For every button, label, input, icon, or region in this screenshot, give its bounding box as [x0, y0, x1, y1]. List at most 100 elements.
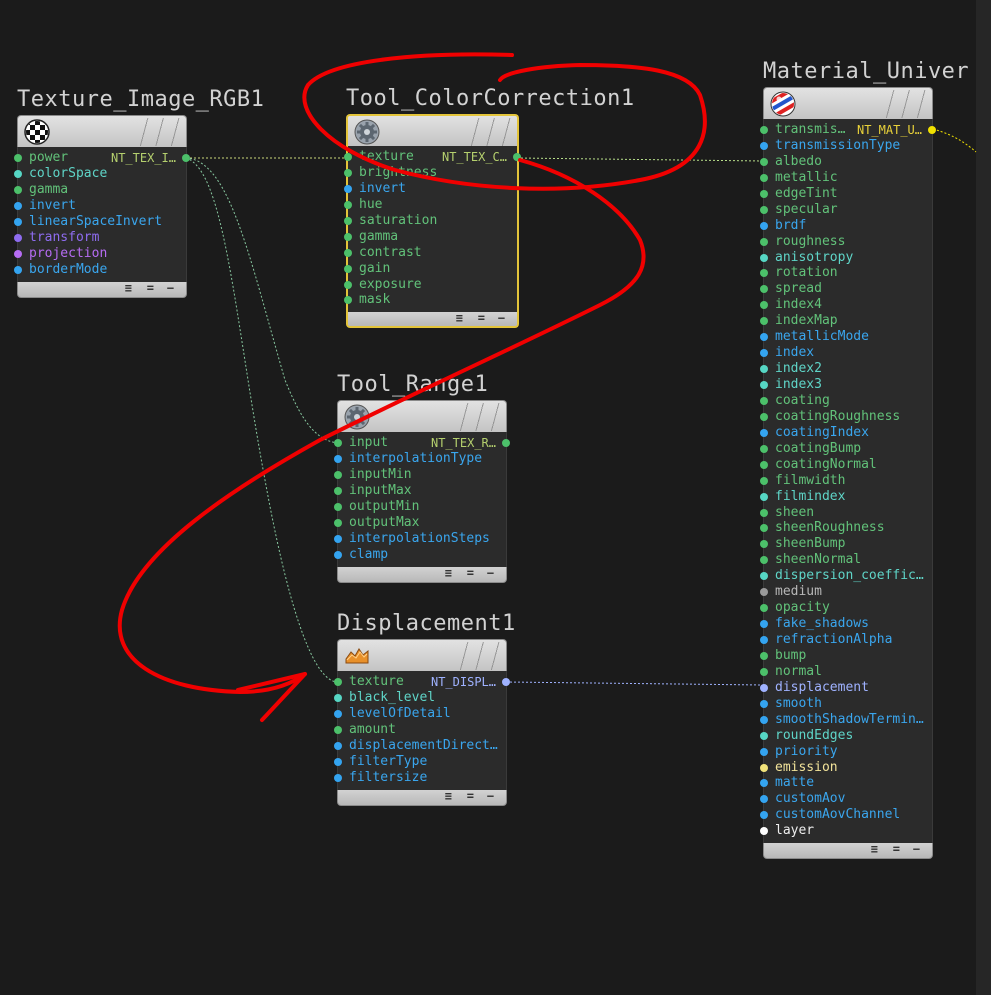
input-pin[interactable]: customAov — [760, 791, 932, 807]
pin-connector-icon[interactable] — [760, 173, 768, 182]
input-pin[interactable]: saturation — [344, 213, 517, 229]
input-pin[interactable]: sheenRoughness — [760, 520, 932, 536]
input-pin[interactable]: texture NT_DISPL… — [334, 674, 510, 690]
input-pin[interactable]: coatingNormal — [760, 457, 932, 473]
expand-icon[interactable]: = — [893, 842, 900, 856]
input-pin[interactable]: dispersion_coeffic… — [760, 568, 932, 584]
pin-connector-icon[interactable] — [760, 763, 768, 772]
input-pin[interactable]: index4 — [760, 297, 932, 313]
pin-connector-icon[interactable] — [760, 126, 768, 134]
pin-connector-icon[interactable] — [344, 216, 352, 225]
input-pin[interactable]: brdf — [760, 218, 932, 234]
pin-connector-icon[interactable] — [760, 253, 768, 262]
input-pin[interactable]: gamma — [344, 229, 517, 245]
pin-connector-icon[interactable] — [14, 249, 22, 258]
pin-connector-icon[interactable] — [760, 301, 768, 310]
input-pin[interactable]: inputMax — [334, 483, 506, 499]
input-pin[interactable]: amount — [334, 722, 506, 738]
pin-connector-icon[interactable] — [14, 265, 22, 274]
pin-connector-icon[interactable] — [334, 486, 342, 495]
collapse-icon[interactable]: − — [167, 281, 174, 295]
input-pin[interactable]: linearSpaceInvert — [14, 214, 186, 230]
pin-connector-icon[interactable] — [760, 731, 768, 740]
input-pin[interactable]: texture NT_TEX_C… — [344, 149, 521, 165]
node-header[interactable] — [346, 114, 519, 146]
node-header[interactable] — [337, 400, 507, 432]
collapse-icon[interactable]: − — [487, 789, 494, 803]
pin-connector-icon[interactable] — [344, 280, 352, 289]
input-pin[interactable]: interpolationType — [334, 451, 506, 467]
pin-connector-icon[interactable] — [760, 667, 768, 676]
pin-connector-icon[interactable] — [760, 795, 768, 804]
pin-connector-icon[interactable] — [760, 349, 768, 358]
input-pin[interactable]: power NT_TEX_I… — [14, 150, 190, 166]
input-pin[interactable]: exposure — [344, 277, 517, 293]
pin-connector-icon[interactable] — [760, 556, 768, 565]
input-pin[interactable]: fake_shadows — [760, 616, 932, 632]
menu-icon[interactable]: ≡ — [445, 789, 452, 803]
input-pin[interactable]: inputMin — [334, 467, 506, 483]
pin-connector-icon[interactable] — [344, 153, 352, 161]
input-pin[interactable]: sheen — [760, 505, 932, 521]
pin-connector-icon[interactable] — [334, 741, 342, 750]
input-pin[interactable]: normal — [760, 664, 932, 680]
pin-connector-icon[interactable] — [334, 709, 342, 718]
pin-connector-icon[interactable] — [344, 200, 352, 209]
node-displacement[interactable]: Displacement1 texture NT_DISPL… black_leve… — [334, 611, 515, 806]
pin-connector-icon[interactable] — [334, 678, 342, 686]
input-pin[interactable]: layer — [760, 823, 932, 839]
input-pin[interactable]: customAovChannel — [760, 807, 932, 823]
pin-connector-icon[interactable] — [334, 773, 342, 782]
pin-connector-icon[interactable] — [334, 454, 342, 463]
input-pin[interactable]: specular — [760, 202, 932, 218]
input-pin[interactable]: edgeTint — [760, 186, 932, 202]
input-pin[interactable]: smooth — [760, 696, 932, 712]
pin-connector-icon[interactable] — [344, 232, 352, 241]
pin-connector-icon[interactable] — [760, 508, 768, 517]
pin-connector-icon[interactable] — [334, 502, 342, 511]
node-footer[interactable]: ≡ = − — [17, 281, 187, 298]
pin-connector-icon[interactable] — [760, 460, 768, 469]
pin-connector-icon[interactable] — [760, 285, 768, 294]
menu-icon[interactable]: ≡ — [871, 842, 878, 856]
output-connector-icon[interactable] — [502, 439, 510, 447]
pin-connector-icon[interactable] — [760, 476, 768, 485]
input-pin[interactable]: sheenNormal — [760, 552, 932, 568]
pin-connector-icon[interactable] — [334, 693, 342, 702]
node-header[interactable] — [337, 639, 507, 671]
pin-connector-icon[interactable] — [14, 201, 22, 210]
pin-connector-icon[interactable] — [760, 205, 768, 214]
input-pin[interactable]: filterType — [334, 754, 506, 770]
pin-connector-icon[interactable] — [760, 620, 768, 629]
input-pin[interactable]: anisotropy — [760, 250, 932, 266]
input-pin[interactable]: hue — [344, 197, 517, 213]
pin-connector-icon[interactable] — [760, 444, 768, 453]
input-pin[interactable]: black_level — [334, 690, 506, 706]
pin-connector-icon[interactable] — [760, 651, 768, 660]
input-pin[interactable]: opacity — [760, 600, 932, 616]
input-pin[interactable]: brightness — [344, 165, 517, 181]
pin-connector-icon[interactable] — [760, 333, 768, 342]
input-pin[interactable]: sheenBump — [760, 536, 932, 552]
input-pin[interactable]: roughness — [760, 234, 932, 250]
input-pin[interactable]: mask — [344, 292, 517, 308]
pin-connector-icon[interactable] — [760, 237, 768, 246]
expand-icon[interactable]: = — [467, 566, 474, 580]
pin-connector-icon[interactable] — [344, 184, 352, 193]
pin-connector-icon[interactable] — [760, 396, 768, 405]
input-pin[interactable]: gain — [344, 261, 517, 277]
input-pin[interactable]: colorSpace — [14, 166, 186, 182]
input-pin[interactable]: coatingRoughness — [760, 409, 932, 425]
node-footer[interactable]: ≡ = − — [763, 842, 933, 860]
input-pin[interactable]: filmindex — [760, 489, 932, 505]
node-texture-image[interactable]: Texture_Image_RGB1 power NT_TEX_I… colorSp… — [14, 87, 264, 298]
pin-connector-icon[interactable] — [760, 412, 768, 421]
pin-connector-icon[interactable] — [334, 470, 342, 479]
collapse-icon[interactable]: − — [913, 842, 920, 856]
node-material-universal[interactable]: Material_Univer transmis… NT_MAT_U… transm… — [760, 59, 969, 860]
expand-icon[interactable]: = — [478, 311, 485, 325]
input-pin[interactable]: gamma — [14, 182, 186, 198]
pin-connector-icon[interactable] — [760, 189, 768, 198]
menu-icon[interactable]: ≡ — [125, 281, 132, 295]
menu-icon[interactable]: ≡ — [445, 566, 452, 580]
